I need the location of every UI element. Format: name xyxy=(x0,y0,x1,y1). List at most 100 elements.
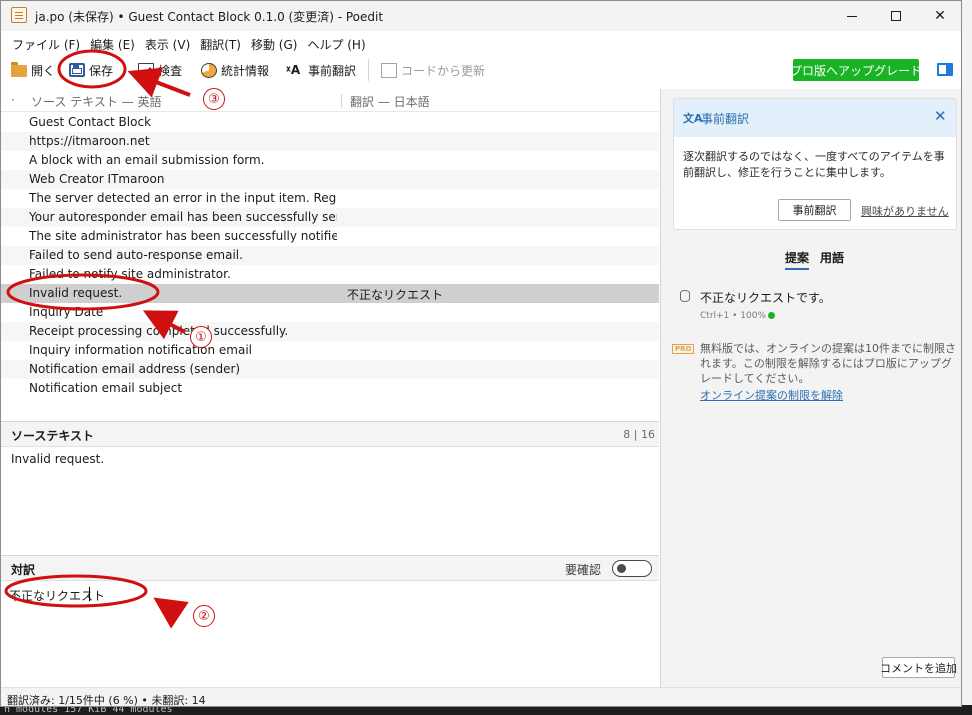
minimize-button[interactable] xyxy=(829,1,875,31)
pretranslate-button[interactable]: ᵡA 事前翻訳 xyxy=(286,57,356,83)
row-source: Notification email subject xyxy=(29,381,183,395)
list-header: · ソース テキスト — 英語 翻訳 — 日本語 xyxy=(1,90,659,112)
sidebar-toggle-icon[interactable] xyxy=(937,63,953,76)
sidebar-tabs: 提案 用語 xyxy=(661,247,961,270)
column-separator[interactable] xyxy=(341,94,342,108)
translation-header: 対訳 要確認 xyxy=(1,555,659,581)
poedit-app-icon xyxy=(11,7,27,23)
row-source: Web Creator ITmaroon xyxy=(29,172,165,186)
title-bar[interactable]: ja.po (未保存) • Guest Contact Block 0.1.0 … xyxy=(1,1,961,31)
toolbar-separator xyxy=(368,59,369,81)
row-source: Notification email address (sender) xyxy=(29,362,241,376)
update-from-code-button[interactable]: コードから更新 xyxy=(381,57,485,83)
statistics-button[interactable]: 統計情報 xyxy=(201,57,269,83)
pretranslate-card-header: 文A 事前翻訳 ✕ xyxy=(674,99,956,137)
folder-icon xyxy=(11,62,27,77)
tab-glossary[interactable]: 用語 xyxy=(820,249,844,266)
table-row[interactable]: Inquiry information notification email xyxy=(1,341,659,360)
annotation-number-2: ② xyxy=(193,605,215,627)
row-source: https://itmaroon.net xyxy=(29,134,150,148)
position-count: 8 | 16 xyxy=(623,428,655,441)
validate-button[interactable]: 検査 xyxy=(138,57,182,83)
table-row[interactable]: https://itmaroon.net xyxy=(1,132,659,151)
menu-view[interactable]: 表示 (V) xyxy=(140,34,195,54)
maximize-icon xyxy=(891,11,901,21)
upgrade-pro-button[interactable]: プロ版へアップグレード xyxy=(790,59,922,81)
update-from-code-label: コードから更新 xyxy=(401,63,486,78)
unlock-suggestions-link[interactable]: オンライン提案の制限を解除 xyxy=(700,387,843,403)
row-source: A block with an email submission form. xyxy=(29,153,265,167)
document-update-icon xyxy=(381,62,397,78)
pretranslate-card: 文A 事前翻訳 ✕ 逐次翻訳するのではなく、一度すべてのアイテムを事前翻訳し、修… xyxy=(673,98,957,230)
statistics-label: 統計情報 xyxy=(221,63,270,78)
status-column-header: · xyxy=(11,93,15,107)
needs-work-label: 要確認 xyxy=(565,563,602,577)
table-row[interactable]: Notification email subject xyxy=(1,379,659,398)
maximize-button[interactable] xyxy=(873,1,919,31)
save-label: 保存 xyxy=(89,63,114,78)
table-row[interactable]: Inquiry Date xyxy=(1,303,659,322)
table-row[interactable]: The site administrator has been successf… xyxy=(1,227,659,246)
sidebar: 文A 事前翻訳 ✕ 逐次翻訳するのではなく、一度すべてのアイテムを事前翻訳し、修… xyxy=(660,89,961,687)
table-row[interactable]: Your autoresponder email has been succes… xyxy=(1,208,659,227)
menu-help[interactable]: ヘルプ (H) xyxy=(302,34,370,54)
pretranslate-card-body: 逐次翻訳するのではなく、一度すべてのアイテムを事前翻訳し、修正を行うことに集中し… xyxy=(683,150,945,179)
row-source: Your autoresponder email has been succes… xyxy=(29,210,337,224)
translate-icon: 文A xyxy=(683,112,703,125)
annotation-number-1: ① xyxy=(190,326,212,348)
table-row-selected[interactable]: Invalid request. 不正なリクエスト xyxy=(1,284,659,303)
table-row[interactable]: The server detected an error in the inpu… xyxy=(1,189,659,208)
row-source: Receipt processing completed successfull… xyxy=(29,324,289,338)
open-label: 開く xyxy=(31,63,56,78)
row-source: Guest Contact Block xyxy=(29,115,152,129)
poedit-window: ja.po (未保存) • Guest Contact Block 0.1.0 … xyxy=(0,0,962,707)
menu-file[interactable]: ファイル (F) xyxy=(7,34,85,54)
row-source: The site administrator has been successf… xyxy=(29,229,337,243)
menu-translation[interactable]: 翻訳(T) xyxy=(195,34,246,54)
table-row[interactable]: Receipt processing completed successfull… xyxy=(1,322,659,341)
save-button[interactable]: 保存 xyxy=(69,57,113,83)
source-text-label: ソーステキスト xyxy=(11,429,95,443)
source-column-header[interactable]: ソース テキスト — 英語 xyxy=(31,93,161,110)
pie-chart-icon xyxy=(201,62,217,78)
pro-limit-text: 無料版では、オンラインの提案は10件までに制限されます。この制限を解除するにはプ… xyxy=(700,342,956,385)
table-row[interactable]: Guest Contact Block xyxy=(1,113,659,132)
string-list: Guest Contact Block https://itmaroon.net… xyxy=(1,113,659,419)
table-row[interactable]: Web Creator ITmaroon xyxy=(1,170,659,189)
suggestion-text: 不正なリクエストです。 xyxy=(700,291,831,305)
menu-edit[interactable]: 編集 (E) xyxy=(85,34,140,54)
status-bar: 翻訳済み: 1/15件中 (6 %) • 未翻訳: 14 xyxy=(1,687,961,707)
tab-suggestions[interactable]: 提案 xyxy=(785,249,810,270)
menu-go[interactable]: 移動 (G) xyxy=(246,34,302,54)
open-button[interactable]: 開く xyxy=(11,57,55,83)
row-source: Invalid request. xyxy=(29,286,123,300)
not-interested-link[interactable]: 興味がありません xyxy=(861,203,949,219)
table-row[interactable]: A block with an email submission form. xyxy=(1,151,659,170)
translation-column-header[interactable]: 翻訳 — 日本語 xyxy=(350,93,430,110)
menu-bar: ファイル (F) 編集 (E) 表示 (V) 翻訳(T) 移動 (G) ヘルプ … xyxy=(1,34,961,54)
add-comment-button[interactable]: コメントを追加 xyxy=(880,657,957,678)
pretranslate-card-button[interactable]: 事前翻訳 xyxy=(778,199,851,221)
close-icon[interactable]: ✕ xyxy=(934,107,947,125)
row-translation: 不正なリクエスト xyxy=(347,288,444,302)
translation-label: 対訳 xyxy=(11,563,36,577)
floppy-disk-icon xyxy=(69,63,85,77)
table-row[interactable]: Notification email address (sender) xyxy=(1,360,659,379)
validate-label: 検査 xyxy=(158,63,183,78)
toolbar: 開く 保存 検査 統計情報 ᵡA 事前翻訳 コードから更新 プロ版へアップグレー… xyxy=(1,57,961,85)
row-source: Inquiry information notification email xyxy=(29,343,253,357)
needs-work-toggle[interactable] xyxy=(612,560,652,577)
translation-input[interactable] xyxy=(9,585,649,605)
row-source: Failed to notify site administrator. xyxy=(29,267,231,281)
source-text-value: Invalid request. xyxy=(11,452,105,466)
table-row[interactable]: Failed to notify site administrator. xyxy=(1,265,659,284)
check-circle-icon xyxy=(768,312,776,319)
close-button[interactable]: ✕ xyxy=(917,1,961,31)
minimize-icon xyxy=(847,15,857,17)
translate-icon: ᵡA xyxy=(286,63,301,77)
status-text: 翻訳済み: 1/15件中 (6 %) • 未翻訳: 14 xyxy=(7,694,206,707)
pretranslate-card-title: 事前翻訳 xyxy=(701,112,750,126)
source-text-header: ソーステキスト 8 | 16 xyxy=(1,421,659,447)
table-row[interactable]: Failed to send auto-response email. xyxy=(1,246,659,265)
database-icon xyxy=(680,290,690,302)
